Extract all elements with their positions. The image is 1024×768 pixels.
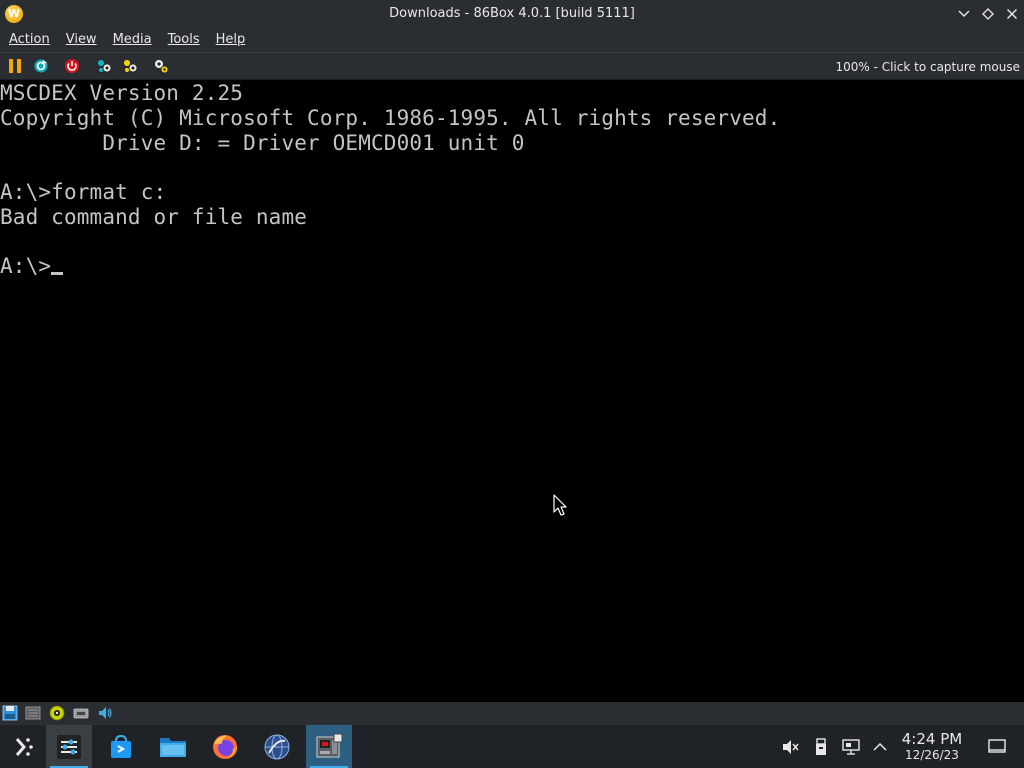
- minimize-button[interactable]: [952, 0, 976, 28]
- pause-button[interactable]: [5, 57, 25, 75]
- hard-reset-button[interactable]: [120, 57, 140, 75]
- hard-disk-icon[interactable]: [25, 705, 41, 721]
- browser-icon: [264, 734, 290, 759]
- clock[interactable]: 4:24 PM 12/26/23: [896, 730, 968, 762]
- window-controls: [952, 0, 1024, 28]
- power-icon: [65, 59, 79, 73]
- close-button[interactable]: [1000, 0, 1024, 28]
- menu-action[interactable]: Action: [0, 29, 57, 51]
- chevron-down-icon: [958, 10, 970, 17]
- text-cursor: [51, 272, 64, 275]
- volume-muted-icon[interactable]: [781, 738, 799, 756]
- network-wired-icon[interactable]: [842, 738, 860, 756]
- floppy-icon[interactable]: [2, 705, 18, 721]
- menu-action-label: Action: [9, 32, 50, 47]
- menu-help[interactable]: Help: [207, 29, 253, 51]
- toolbar: 100% - Click to capture mouse: [0, 52, 1024, 80]
- app-launcher-icon: [15, 737, 33, 756]
- menu-help-label: Help: [215, 32, 246, 47]
- dos-line: MSCDEX Version 2.25: [0, 81, 244, 105]
- pause-icon: [9, 59, 21, 73]
- show-desktop-icon[interactable]: [988, 739, 1006, 753]
- status-bar: [0, 702, 1024, 724]
- title-bar: W Downloads - 86Box 4.0.1 [build 5111]: [0, 0, 1024, 28]
- config-icon: [154, 59, 169, 74]
- taskbar: 4:24 PM 12/26/23: [0, 724, 1024, 768]
- dos-line: Copyright (C) Microsoft Corp. 1986-1995.…: [0, 106, 781, 130]
- system-settings-icon: [57, 734, 81, 759]
- menu-view[interactable]: View: [57, 29, 104, 51]
- app-launcher-button[interactable]: [0, 725, 46, 768]
- emulator-screen[interactable]: MSCDEX Version 2.25 Copyright (C) Micros…: [0, 80, 1024, 702]
- menu-tools[interactable]: Tools: [159, 29, 207, 51]
- dos-line: Bad command or file name: [0, 205, 308, 229]
- diamond-icon: [982, 8, 994, 20]
- dos-prompt-line: A:\>: [0, 254, 64, 279]
- discover-icon: [111, 734, 131, 758]
- capture-hint[interactable]: 100% - Click to capture mouse: [835, 53, 1020, 81]
- emulator-window: W Downloads - 86Box 4.0.1 [build 5111] A…: [0, 0, 1024, 768]
- taskbar-browser[interactable]: [254, 725, 300, 768]
- power-button[interactable]: [62, 57, 82, 75]
- taskbar-firefox[interactable]: [202, 725, 248, 768]
- menu-tools-label: Tools: [167, 32, 200, 47]
- maximize-button[interactable]: [976, 0, 1000, 28]
- hard-reset-icon: [123, 59, 138, 73]
- settings-icon: [97, 59, 112, 73]
- dos-line: Drive D: = Driver OEMCD001 unit 0: [0, 131, 525, 155]
- dos-prompt: A:\>: [0, 254, 52, 278]
- removable-device-icon[interactable]: [812, 738, 830, 756]
- 86box-icon: [316, 733, 343, 757]
- clock-time: 4:24 PM: [901, 730, 963, 748]
- menu-view-label: View: [65, 32, 97, 47]
- firefox-icon: [213, 734, 237, 759]
- clock-date: 12/26/23: [905, 748, 959, 762]
- menu-media-label: Media: [112, 32, 152, 47]
- reset-icon: [34, 59, 48, 73]
- taskbar-discover[interactable]: [98, 725, 144, 768]
- sound-icon[interactable]: [97, 705, 113, 721]
- window-title: Downloads - 86Box 4.0.1 [build 5111]: [389, 6, 635, 21]
- settings-button[interactable]: [151, 57, 171, 75]
- taskbar-86box[interactable]: [306, 725, 352, 768]
- cdrom-icon[interactable]: [49, 705, 65, 721]
- dos-line: A:\>format c:: [0, 180, 167, 204]
- taskbar-system-settings[interactable]: [46, 725, 92, 768]
- chevron-up-icon[interactable]: [871, 738, 889, 756]
- reset-button[interactable]: [31, 57, 51, 75]
- ctrl-alt-del-button[interactable]: [94, 57, 114, 75]
- menu-bar: Action View Media Tools Help: [0, 28, 1024, 52]
- mouse-pointer-icon: [553, 494, 567, 516]
- dolphin-icon: [160, 737, 186, 757]
- network-icon[interactable]: [73, 705, 89, 721]
- close-icon: [1007, 9, 1017, 19]
- taskbar-dolphin[interactable]: [150, 725, 196, 768]
- menu-media[interactable]: Media: [104, 29, 159, 51]
